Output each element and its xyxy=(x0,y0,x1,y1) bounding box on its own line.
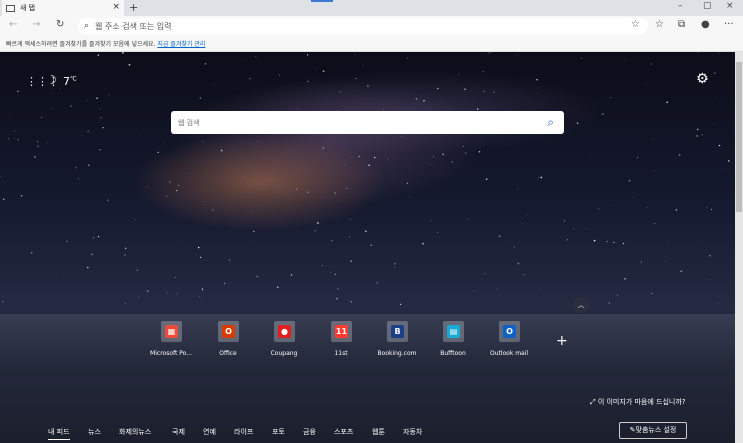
feed-tab[interactable]: 포토 xyxy=(272,427,285,437)
quick-link-icon: B xyxy=(387,321,408,342)
quick-link-icon: O xyxy=(499,321,520,342)
starry-sky-background xyxy=(0,52,730,307)
feed-tab[interactable]: 내 피드 xyxy=(48,427,70,440)
quick-link-label: Microsoft Po... xyxy=(150,350,192,357)
vertical-scrollbar[interactable] xyxy=(735,52,743,443)
feed-tab[interactable]: 스포츠 xyxy=(334,427,353,437)
favorites-icon[interactable]: ☆ xyxy=(655,19,664,30)
quick-link-label: Outlook mail xyxy=(489,350,529,357)
like-image-prompt[interactable]: ⤢ 이 이미지가 마음에 드십니까? xyxy=(590,397,686,407)
refresh-button[interactable]: ↻ xyxy=(56,19,64,30)
favbar-text: 빠르게 액세스하려면 즐겨찾기를 즐겨찾기 모음에 넣으세요. xyxy=(6,41,156,48)
expand-icon: ⤢ xyxy=(590,398,598,406)
personalize-news-button[interactable]: ✎맞춤뉴스 설정 xyxy=(619,422,687,439)
tab-title: 새 탭 xyxy=(20,4,36,12)
feed-tab[interactable]: 금융 xyxy=(303,427,316,437)
quick-link-tile[interactable]: 11 11st xyxy=(313,320,369,365)
search-icon: ⌕ xyxy=(84,21,90,31)
search-icon[interactable]: ⌕ xyxy=(547,115,554,130)
feed-tab[interactable]: 연예 xyxy=(203,427,216,437)
tab-strip: 새 탭 × + – ▢ × xyxy=(0,0,743,16)
new-tab-page: ⋮⋮⋮ ☽ 7℃ ⚙ ⌕ ︿ ▦Microsoft Po...OOffice●C… xyxy=(0,52,735,443)
quick-link-label: 11st xyxy=(334,350,348,357)
collections-icon[interactable]: ⧉ xyxy=(678,19,685,30)
quick-link-icon: ▦ xyxy=(161,321,182,342)
feed-tab[interactable]: 국제 xyxy=(172,427,185,437)
web-search-box[interactable]: ⌕ xyxy=(171,111,564,134)
tab-new-tab[interactable]: 새 탭 × xyxy=(2,0,124,16)
quick-link-label: Office xyxy=(219,350,237,357)
drag-indicator xyxy=(311,0,333,2)
back-button[interactable]: ← xyxy=(9,19,17,30)
quick-link-icon: 11 xyxy=(331,321,352,342)
feed-tab[interactable]: 뉴스 xyxy=(88,427,101,437)
more-menu-button[interactable]: ··· xyxy=(724,19,734,30)
scrollbar-thumb[interactable] xyxy=(736,62,742,212)
profile-avatar-icon[interactable]: ● xyxy=(701,19,710,30)
favorite-star-icon[interactable]: ☆ xyxy=(631,19,640,30)
address-bar[interactable]: ⌕ 웹 주소 검색 또는 입력 ☆ xyxy=(78,18,648,34)
quick-link-label: Coupang xyxy=(270,350,298,357)
quick-link-tile[interactable]: O Office xyxy=(200,320,256,365)
feed-tab[interactable]: 자동차 xyxy=(403,427,422,437)
close-window-button[interactable]: × xyxy=(726,1,734,11)
weather-temperature[interactable]: 7℃ xyxy=(63,75,77,88)
maximize-button[interactable]: ▢ xyxy=(703,1,712,11)
moon-icon: ☽ xyxy=(46,73,57,87)
tab-close-icon[interactable]: × xyxy=(112,2,120,12)
browser-window: 새 탭 × + – ▢ × ← → ↻ ⌕ 웹 주소 검색 또는 입력 ☆ ☆ … xyxy=(0,0,743,443)
quick-links: ▦ Microsoft Po... O Office ● Coupang 11 11st B Bo… xyxy=(143,320,563,365)
feed-tab[interactable]: 라이프 xyxy=(234,427,253,437)
web-search-input[interactable] xyxy=(178,118,518,127)
quick-link-tile[interactable]: ▦ Microsoft Po... xyxy=(143,320,199,365)
feed-tab[interactable]: 화제의뉴스 xyxy=(119,427,151,437)
quick-link-tile[interactable]: ▤ Bufftoon xyxy=(425,320,481,365)
quick-link-icon: O xyxy=(218,321,239,342)
quick-link-icon: ● xyxy=(274,321,295,342)
new-tab-button[interactable]: + xyxy=(129,1,138,14)
quick-link-tile[interactable]: O Outlook mail xyxy=(481,320,537,365)
quick-link-icon: ▤ xyxy=(443,321,464,342)
navigation-toolbar: ← → ↻ ⌕ 웹 주소 검색 또는 입력 ☆ ☆ ⧉ ● ··· xyxy=(0,16,743,36)
favorites-bar: 빠르게 액세스하려면 즐겨찾기를 즐겨찾기 모음에 넣으세요. 지금 즐겨찾기 … xyxy=(0,36,743,52)
feed-tab[interactable]: 웹툰 xyxy=(372,427,385,437)
quick-link-tile[interactable]: ● Coupang xyxy=(256,320,312,365)
quick-link-label: Booking.com xyxy=(377,350,417,357)
manage-favorites-link[interactable]: 지금 즐겨찾기 관리 xyxy=(157,41,205,48)
settings-gear-icon[interactable]: ⚙ xyxy=(696,71,709,87)
newtab-favicon-icon xyxy=(6,4,15,12)
forward-button[interactable]: → xyxy=(32,19,40,30)
quick-link-label: Bufftoon xyxy=(440,350,466,357)
quick-link-tile[interactable]: B Booking.com xyxy=(369,320,425,365)
add-quick-link-button[interactable]: + xyxy=(556,333,568,349)
collapse-chevron-button[interactable]: ︿ xyxy=(573,297,589,313)
minimize-button[interactable]: – xyxy=(678,1,683,11)
address-placeholder: 웹 주소 검색 또는 입력 xyxy=(95,21,172,31)
